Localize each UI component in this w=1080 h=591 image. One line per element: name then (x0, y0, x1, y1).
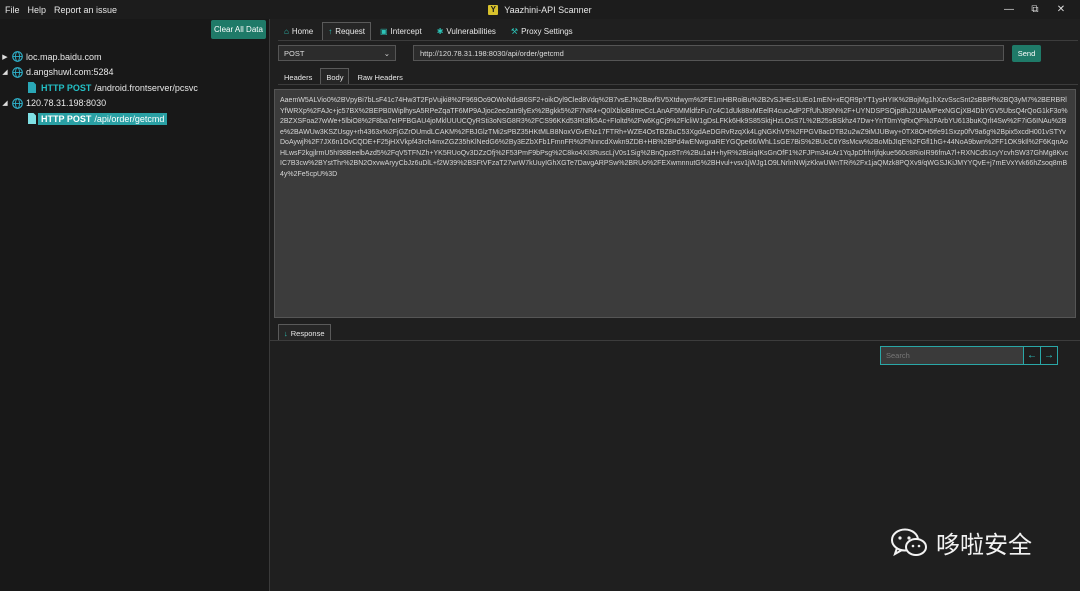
tab-response[interactable]: ↓ Response (278, 324, 331, 341)
host-label: 120.78.31.198:8030 (26, 98, 107, 109)
file-icon (28, 82, 36, 94)
request-method: HTTP POST (41, 82, 92, 93)
sidebar: Clear All Data ▶ loc.map.baidu.com ◢ d.a… (0, 19, 270, 591)
main-panel: ⌂ Home ↑ Request ▣ Intercept ✱ Vulnerabi… (270, 19, 1080, 591)
home-icon: ⌂ (284, 27, 289, 36)
response-search-bar: Search ← → (880, 346, 1058, 365)
request-subtabs: Headers Body Raw Headers (278, 68, 409, 85)
response-divider (270, 340, 1080, 341)
tab-intercept[interactable]: ▣ Intercept (374, 22, 428, 40)
tab-home[interactable]: ⌂ Home (278, 22, 319, 40)
tree-request-getcmd[interactable]: HTTP POST /api/order/getcmd (0, 111, 269, 127)
arrow-right-icon: → (1044, 350, 1054, 361)
main-tabs: ⌂ Home ↑ Request ▣ Intercept ✱ Vulnerabi… (278, 22, 579, 40)
arrow-down-icon: ↓ (284, 328, 288, 338)
arrow-up-icon: ↑ (328, 27, 333, 36)
globe-icon (12, 66, 23, 78)
request-body-editor[interactable]: AaemW5ALVio0%2BVpyBi7bLsF41c74Hw3T2FpVuj… (274, 89, 1076, 318)
tab-divider (278, 40, 1078, 41)
window-title: Yaazhini-API Scanner (504, 4, 592, 15)
tab-label: Proxy Settings (521, 27, 573, 36)
close-button[interactable]: ✕ (1048, 0, 1074, 19)
watermark-text: 哆啦安全 (936, 531, 1032, 559)
menu-help[interactable]: Help (28, 5, 47, 15)
collapse-arrow-icon[interactable]: ◢ (0, 68, 10, 76)
tree-host-angshuwl[interactable]: ◢ d.angshuwl.com:5284 (0, 65, 269, 81)
tab-label: Vulnerabilities (446, 27, 496, 36)
tab-request[interactable]: ↑ Request (322, 22, 371, 40)
search-prev-button[interactable]: ← (1023, 347, 1040, 364)
url-value: http://120.78.31.198:8030/api/order/getc… (420, 48, 564, 58)
window-controls: — ⧉ ✕ (996, 0, 1074, 19)
host-tree: ▶ loc.map.baidu.com ◢ d.angshuwl.com:528… (0, 49, 269, 127)
search-input[interactable]: Search (881, 347, 1023, 364)
request-path: /android.frontserver/pcsvc (94, 82, 198, 93)
request-path: /api/order/getcmd (94, 113, 165, 124)
wechat-icon (891, 528, 927, 556)
file-icon (28, 113, 36, 125)
chevron-down-icon: ⌄ (383, 48, 390, 58)
tab-label: Intercept (390, 27, 422, 36)
title-bar: File Help Report an issue Y Yaazhini-API… (0, 0, 1080, 19)
wrench-icon: ⚒ (510, 27, 519, 36)
tab-label: Request (335, 27, 365, 36)
host-label: d.angshuwl.com:5284 (26, 67, 114, 78)
tab-label: Response (290, 328, 325, 338)
subtab-divider (278, 84, 1078, 85)
restore-button[interactable]: ⧉ (1022, 0, 1048, 19)
send-button[interactable]: Send (1012, 45, 1041, 62)
intercept-icon: ▣ (379, 27, 388, 36)
menu-report-issue[interactable]: Report an issue (54, 5, 117, 15)
window-title-group: Y Yaazhini-API Scanner (0, 0, 1080, 19)
request-method: HTTP POST (41, 113, 92, 124)
expand-arrow-icon[interactable]: ▶ (0, 53, 10, 61)
tree-host-120-78-31-198[interactable]: ◢ 120.78.31.198:8030 (0, 96, 269, 112)
tab-headers[interactable]: Headers (278, 68, 318, 85)
menu-file[interactable]: File (5, 5, 20, 15)
arrow-left-icon: ← (1027, 350, 1037, 361)
app-icon: Y (488, 4, 499, 15)
minimize-button[interactable]: — (996, 0, 1022, 19)
tab-vulnerabilities[interactable]: ✱ Vulnerabilities (431, 22, 502, 40)
tree-request-pcsvc[interactable]: HTTP POST /android.frontserver/pcsvc (0, 80, 269, 96)
host-label: loc.map.baidu.com (26, 51, 102, 62)
tab-proxy-settings[interactable]: ⚒ Proxy Settings (505, 22, 579, 40)
url-input[interactable]: http://120.78.31.198:8030/api/order/getc… (413, 45, 1004, 61)
method-value: POST (284, 48, 305, 58)
globe-icon (12, 51, 23, 63)
tree-host-loc-map-baidu[interactable]: ▶ loc.map.baidu.com (0, 49, 269, 65)
watermark: 哆啦安全 (890, 525, 1032, 560)
tab-body[interactable]: Body (320, 68, 350, 85)
bug-icon: ✱ (436, 27, 444, 36)
search-next-button[interactable]: → (1040, 347, 1057, 364)
globe-icon (12, 97, 23, 109)
tab-raw-headers[interactable]: Raw Headers (351, 68, 408, 85)
collapse-arrow-icon[interactable]: ◢ (0, 99, 10, 107)
tab-label: Home (291, 27, 314, 36)
menu-bar: File Help Report an issue (0, 5, 117, 15)
clear-all-data-button[interactable]: Clear All Data (211, 20, 266, 39)
method-select[interactable]: POST ⌄ (278, 45, 396, 61)
